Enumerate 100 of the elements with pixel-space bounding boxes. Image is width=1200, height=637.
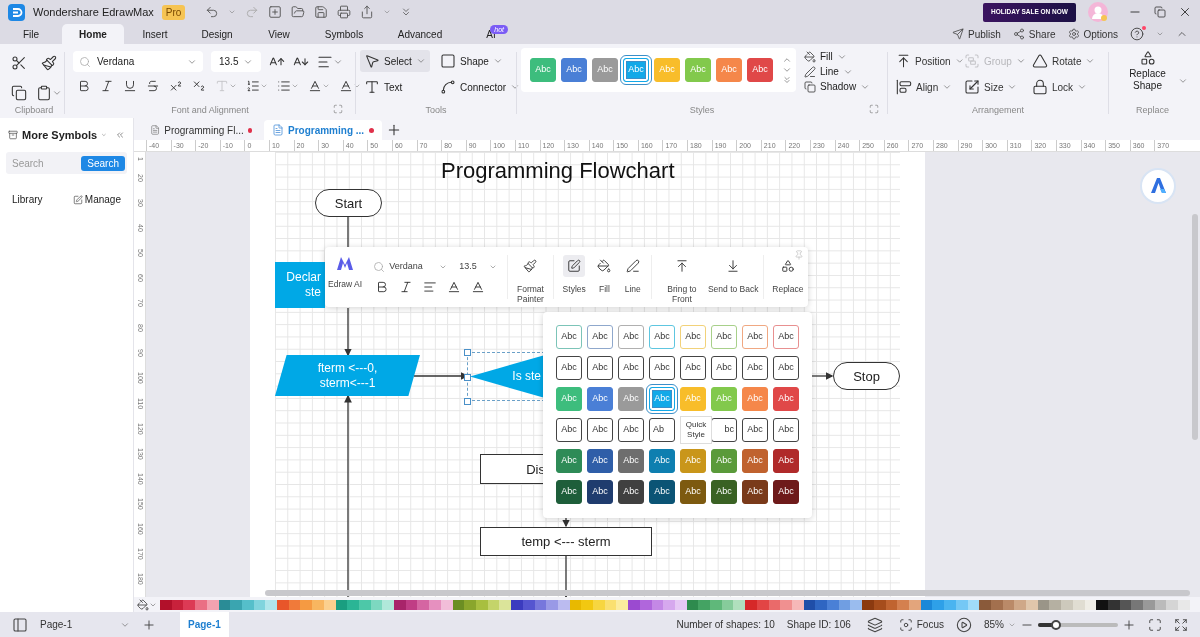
- style-swatch[interactable]: Abc: [587, 449, 613, 473]
- style-swatch[interactable]: Abc: [680, 325, 706, 349]
- toolbar-button[interactable]: Format Painter: [512, 247, 549, 304]
- style-swatch[interactable]: Abc: [618, 449, 644, 473]
- manage-button[interactable]: Manage: [72, 192, 121, 207]
- style-swatch[interactable]: Abc: [649, 356, 675, 380]
- style-option[interactable]: Line: [804, 65, 871, 78]
- header-action[interactable]: Options: [1067, 26, 1118, 42]
- style-option[interactable]: Shadow: [804, 80, 871, 93]
- toolbar-button[interactable]: Bring to Front: [656, 247, 708, 304]
- edraw-ai-button[interactable]: Edraw AI: [325, 247, 366, 291]
- process-shape: temp <--- sterm: [480, 527, 652, 556]
- style-swatch[interactable]: Abc: [680, 480, 706, 504]
- style-swatch[interactable]: Abc: [556, 325, 582, 349]
- style-swatch[interactable]: Abc: [618, 325, 644, 349]
- toolbar-button[interactable]: Line: [618, 247, 648, 294]
- header-action[interactable]: Publish: [952, 26, 1001, 42]
- arrange-button[interactable]: Position: [896, 50, 964, 72]
- style-swatch[interactable]: Abc: [773, 449, 799, 473]
- menu-tab[interactable]: Home: [62, 24, 124, 44]
- style-swatch[interactable]: Abc: [742, 480, 768, 504]
- style-swatch[interactable]: Abc: [742, 356, 768, 380]
- style-swatch[interactable]: Abc: [587, 418, 613, 442]
- group-label: Styles: [689, 104, 715, 118]
- arrange-button[interactable]: Align: [896, 76, 964, 98]
- style-swatch[interactable]: Abc: [680, 356, 706, 380]
- group-label: Replace: [1136, 104, 1169, 118]
- style-swatch[interactable]: Abc: [711, 356, 737, 380]
- panel-title[interactable]: More Symbols: [22, 126, 98, 144]
- toolbar-button[interactable]: Replace: [767, 247, 808, 294]
- tool-button[interactable]: Connector: [436, 76, 525, 98]
- focus-button[interactable]: Focus: [898, 617, 944, 632]
- style-swatch[interactable]: Abc: [587, 387, 613, 411]
- style-swatch[interactable]: Abc: [618, 356, 644, 380]
- style-option[interactable]: Fill: [804, 50, 871, 63]
- style-swatch[interactable]: Abc: [561, 58, 587, 82]
- data-shape: fterm <---0, sterm<---1: [275, 355, 420, 396]
- style-swatch[interactable]: Abc: [742, 325, 768, 349]
- style-swatch[interactable]: Abc: [773, 356, 799, 380]
- tool-button[interactable]: Select: [360, 50, 430, 72]
- style-swatch[interactable]: Abc: [556, 449, 582, 473]
- style-swatch[interactable]: Abc: [773, 387, 799, 411]
- document-tab[interactable]: Programming Fl...: [142, 120, 260, 140]
- font-size-field[interactable]: 13.5: [459, 260, 486, 274]
- document-tab[interactable]: Programming ...: [264, 120, 382, 140]
- search-button[interactable]: Search: [81, 155, 125, 171]
- style-swatch[interactable]: Abc: [587, 356, 613, 380]
- menu-tab[interactable]: Symbols: [310, 24, 378, 44]
- style-swatch[interactable]: Abc: [747, 58, 773, 82]
- tool-button[interactable]: Text: [360, 76, 407, 98]
- style-swatch[interactable]: Abc: [556, 480, 582, 504]
- toolbar-button[interactable]: Fill: [590, 247, 619, 294]
- menu-tab[interactable]: Design: [186, 24, 248, 44]
- group-label: Font and Alignment: [171, 104, 249, 118]
- library-label: Library: [12, 193, 43, 207]
- style-swatch[interactable]: Abc: [618, 418, 644, 442]
- style-swatch[interactable]: Abc: [587, 325, 613, 349]
- style-swatch[interactable]: Abc: [742, 418, 768, 442]
- header-action[interactable]: Share: [1012, 26, 1056, 42]
- terminator-shape: Start: [315, 189, 382, 217]
- style-swatch[interactable]: Abc: [773, 480, 799, 504]
- style-swatch[interactable]: Abc: [711, 325, 737, 349]
- style-swatch[interactable]: Abc: [556, 356, 582, 380]
- process-shape: Declar ste: [275, 262, 325, 308]
- style-swatch[interactable]: Abc: [649, 480, 675, 504]
- toolbar-button[interactable]: Send to Back: [707, 247, 759, 294]
- style-swatch[interactable]: Abc: [711, 480, 737, 504]
- style-swatch[interactable]: Abc: [649, 449, 675, 473]
- style-swatch[interactable]: Abc: [773, 325, 799, 349]
- font-size-field[interactable]: 13.5: [211, 51, 261, 72]
- page-tab[interactable]: Page-1: [180, 612, 229, 637]
- arrange-button[interactable]: Lock: [1032, 76, 1100, 98]
- menu-tab[interactable]: File: [0, 24, 62, 44]
- style-swatch[interactable]: Ab: [649, 418, 675, 442]
- arrange-button[interactable]: Rotate: [1032, 50, 1100, 72]
- app-title: Wondershare EdrawMax: [33, 4, 154, 20]
- menu-tab[interactable]: Advanced: [378, 24, 462, 44]
- page-select[interactable]: Page-1: [40, 617, 130, 632]
- font-family-field[interactable]: Verdana: [389, 260, 436, 274]
- style-swatch[interactable]: Abc: [587, 480, 613, 504]
- search-field[interactable]: Search Search: [6, 152, 127, 174]
- style-swatch[interactable]: Abc: [742, 449, 768, 473]
- tool-button[interactable]: Shape: [436, 50, 507, 72]
- style-swatch[interactable]: Abc: [773, 418, 799, 442]
- arrange-button[interactable]: Size: [964, 76, 1032, 98]
- font-family-field[interactable]: Verdana: [73, 51, 203, 72]
- toolbar-button[interactable]: Styles: [557, 247, 591, 294]
- menu-tab[interactable]: Insert: [124, 24, 186, 44]
- style-swatch[interactable]: Abc: [556, 418, 582, 442]
- tooltip: Quick Style: [680, 416, 712, 444]
- replace-shape-button[interactable]: Replace Shape: [1117, 50, 1178, 92]
- style-swatch[interactable]: Abc: [618, 480, 644, 504]
- menu-tab[interactable]: View: [248, 24, 310, 44]
- zoom-select[interactable]: 85%: [984, 617, 1016, 632]
- group-label: Tools: [425, 104, 447, 118]
- style-swatch[interactable]: Abc: [649, 325, 675, 349]
- terminator-shape: Stop: [833, 362, 900, 390]
- style-swatch[interactable]: bc: [711, 418, 737, 442]
- plan-badge: Pro: [161, 4, 186, 20]
- diagram-title: Programming Flowchart: [441, 157, 675, 185]
